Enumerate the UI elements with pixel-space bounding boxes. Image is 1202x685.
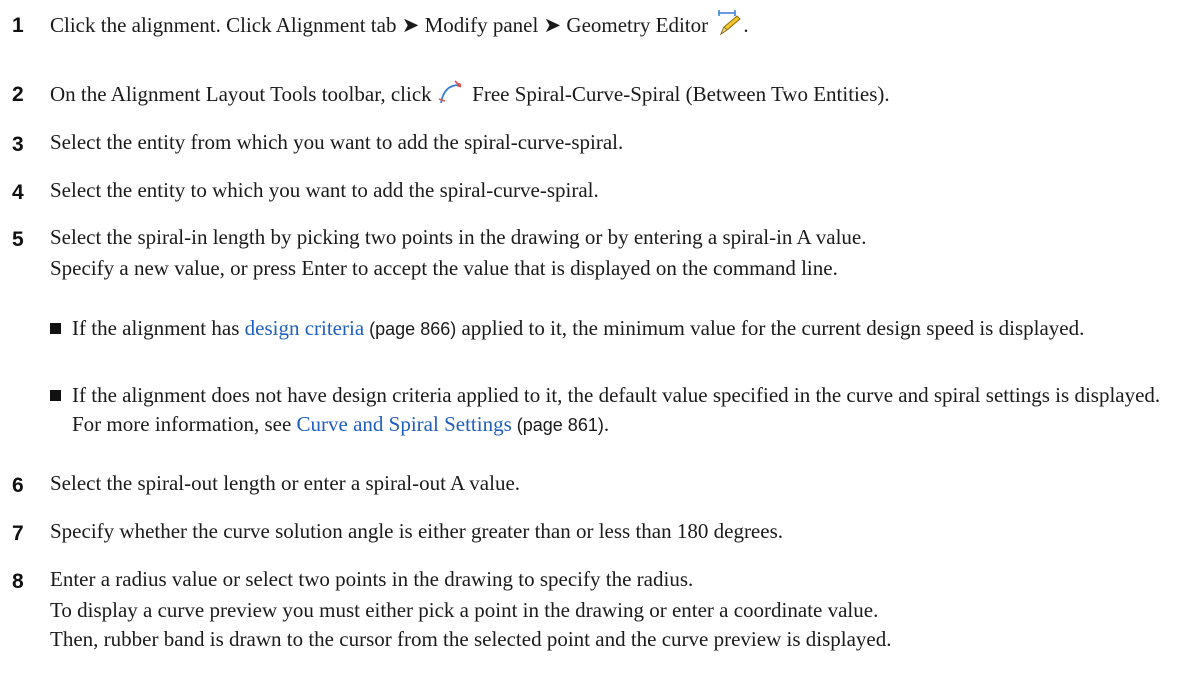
step-number: 7 — [12, 522, 24, 545]
step-number: 5 — [12, 228, 24, 251]
step-text: Enter a radius value or select two point… — [50, 567, 694, 591]
geometry-editor-icon — [713, 8, 743, 47]
step-text-continued: Then, rubber band is drawn to the cursor… — [50, 627, 892, 651]
step-number: 2 — [12, 83, 24, 106]
step-text: On the Alignment Layout Tools toolbar, c… — [50, 77, 1192, 116]
step-number: 1 — [12, 14, 24, 37]
step-5: 5 Select the spiral-in length by picking… — [0, 218, 1202, 298]
step-text: Specify whether the curve solution angle… — [50, 519, 784, 543]
step-text: Click the alignment. Click Alignment tab… — [50, 8, 1192, 47]
step-text: Select the entity from which you want to… — [50, 130, 624, 154]
step-8: 8 Enter a radius value or select two poi… — [0, 560, 1202, 680]
bullet-item: If the alignment has design criteria (pa… — [50, 314, 1194, 344]
step-number: 3 — [12, 133, 24, 156]
step-number: 4 — [12, 181, 24, 204]
design-criteria-link[interactable]: design criteria — [245, 316, 365, 340]
step-text-continued: Specify a new value, or press Enter to a… — [50, 256, 838, 280]
step-text: Select the spiral-in length by picking t… — [50, 225, 867, 249]
step-text: Select the entity to which you want to a… — [50, 178, 599, 202]
step-number: 8 — [12, 570, 24, 593]
step-1: 1 Click the alignment. Click Alignment t… — [0, 2, 1202, 42]
step-text-continued: To display a curve preview you must eith… — [50, 598, 879, 622]
step-number: 6 — [12, 474, 24, 497]
bullet-square-icon — [50, 390, 61, 401]
bullet-square-icon — [50, 323, 61, 334]
step-6: 6 Select the spiral-out length or enter … — [0, 464, 1202, 504]
step-4: 4 Select the entity to which you want to… — [0, 171, 1202, 211]
step-text: Select the spiral-out length or enter a … — [50, 471, 521, 495]
curve-and-spiral-settings-link[interactable]: Curve and Spiral Settings — [297, 412, 512, 436]
step-3: 3 Select the entity from which you want … — [0, 123, 1202, 163]
step-7: 7 Specify whether the curve solution ang… — [0, 512, 1202, 552]
step-2: 2 On the Alignment Layout Tools toolbar,… — [0, 70, 1202, 110]
bullet-item: If the alignment does not have design cr… — [50, 381, 1194, 440]
free-spiral-curve-spiral-icon — [437, 77, 467, 116]
